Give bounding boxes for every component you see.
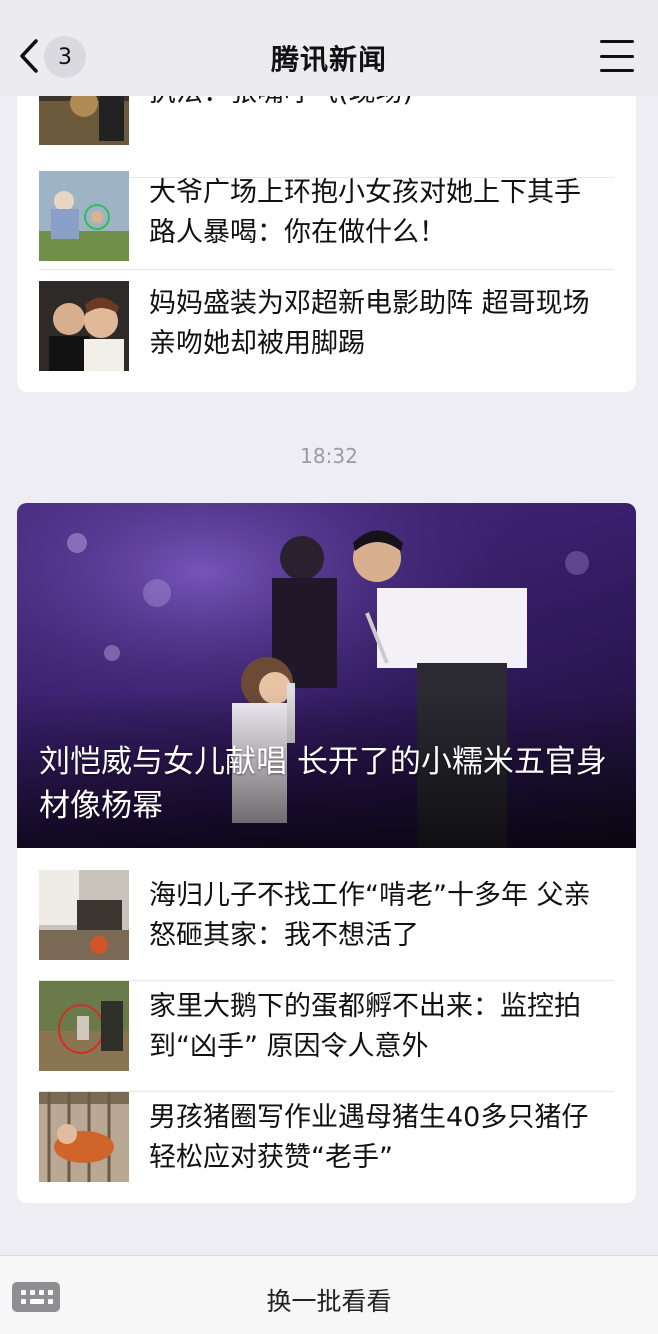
news-title: 男孩猪圈写作业遇母猪生40多只猪仔 轻松应对获赞“老手” — [149, 1102, 589, 1173]
hero-news[interactable]: 刘恺威与女儿献唱 长开了的小糯米五官身材像杨幂 — [17, 503, 636, 848]
news-thumbnail — [39, 171, 129, 261]
menu-line — [600, 40, 634, 43]
menu-icon[interactable] — [600, 40, 634, 72]
news-thumbnail — [39, 870, 129, 960]
news-title: 家里大鹅下的蛋都孵不出来：监控拍到“凶手” 原因令人意外 — [149, 991, 581, 1062]
bottom-bar: 换一批看看 — [0, 1255, 658, 1334]
menu-line — [600, 54, 634, 58]
news-card-2: 刘恺威与女儿献唱 长开了的小糯米五官身材像杨幂 海归儿子不找工作“啃老”十多年 … — [17, 503, 636, 1203]
news-title: 海归儿子不找工作“啃老”十多年 父亲怒砸其家：我不想活了 — [149, 880, 591, 951]
news-card-1: 执法：张嘴呼气(现场) 大爷广场上环抱小女孩对她上下其手 路人暴喝：你在做什么！ — [17, 70, 636, 392]
timestamp: 18:32 — [300, 444, 358, 468]
news-item[interactable]: 大爷广场上环抱小女孩对她上下其手 路人暴喝：你在做什么！ — [39, 159, 614, 270]
page-title: 腾讯新闻 — [270, 43, 387, 76]
news-item[interactable]: 海归儿子不找工作“啃老”十多年 父亲怒砸其家：我不想活了 — [39, 870, 614, 981]
news-item[interactable]: 家里大鹅下的蛋都孵不出来：监控拍到“凶手” 原因令人意外 — [39, 981, 614, 1092]
news-title: 大爷广场上环抱小女孩对她上下其手 路人暴喝：你在做什么！ — [149, 177, 581, 248]
news-item[interactable]: 妈妈盛装为邓超新电影助阵 超哥现场亲吻她却被用脚踢 — [39, 270, 614, 381]
news-thumbnail — [39, 981, 129, 1071]
hero-title: 刘恺威与女儿献唱 长开了的小糯米五官身材像杨幂 — [39, 744, 607, 824]
menu-line — [600, 69, 634, 72]
nav-bar: 3 腾讯新闻 — [0, 0, 658, 96]
news-thumbnail — [39, 281, 129, 371]
screen: 执法：张嘴呼气(现场) 大爷广场上环抱小女孩对她上下其手 路人暴喝：你在做什么！ — [0, 0, 658, 1334]
news-title: 妈妈盛装为邓超新电影助阵 超哥现场亲吻她却被用脚踢 — [149, 288, 590, 359]
news-item[interactable]: 男孩猪圈写作业遇母猪生40多只猪仔 轻松应对获赞“老手” — [39, 1092, 614, 1203]
news-thumbnail — [39, 1092, 129, 1182]
refresh-button[interactable]: 换一批看看 — [0, 1282, 658, 1318]
